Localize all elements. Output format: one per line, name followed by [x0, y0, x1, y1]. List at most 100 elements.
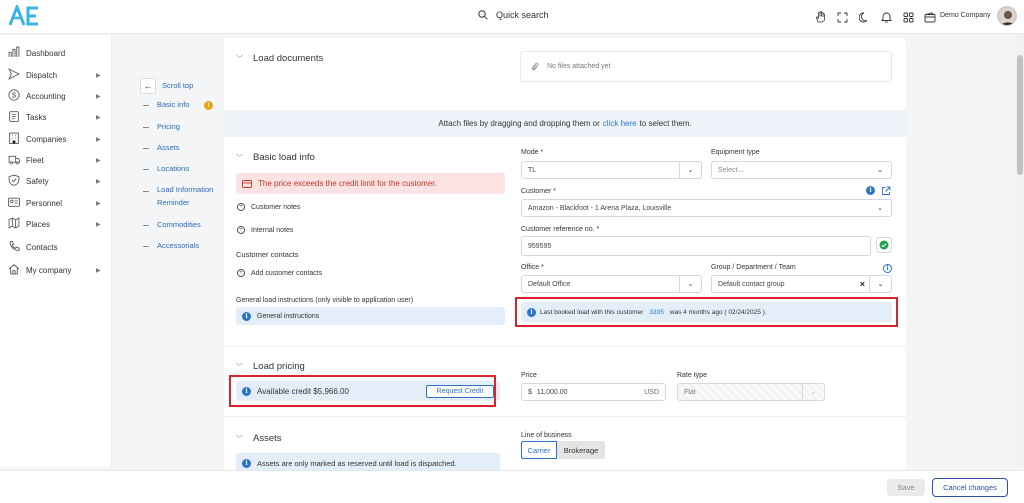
building-icon — [8, 132, 20, 146]
scrollbar[interactable] — [1016, 35, 1024, 467]
office-select[interactable]: Default Office ⌄ — [521, 275, 702, 293]
carrier-option[interactable]: Carrier — [521, 441, 557, 459]
load-form: ﹀ Load documents No files attached yet A… — [224, 38, 906, 478]
bell-icon[interactable] — [878, 9, 894, 25]
nav-locations[interactable]: Locations — [157, 163, 189, 175]
sidebar-item-label: My company — [26, 265, 72, 275]
assets-header[interactable]: ﹀ Assets — [236, 433, 282, 444]
sidebar-item-personnel[interactable]: Personnel ▶ — [8, 196, 108, 210]
mode-select[interactable]: TL ⌄ — [521, 161, 702, 179]
load-pricing-header[interactable]: ﹀ Load pricing — [236, 361, 305, 372]
nav-accessorials[interactable]: Accessorials — [157, 240, 199, 252]
sidebar-item-contacts[interactable]: Contacts — [8, 240, 108, 254]
wallet-icon[interactable] — [922, 9, 938, 25]
price-value: 11,000.00 — [536, 388, 568, 396]
sidebar-item-my-company[interactable]: My company ▶ — [8, 263, 108, 277]
svg-text:$: $ — [12, 91, 17, 100]
click-here-link[interactable]: click here — [603, 119, 637, 128]
external-link-icon[interactable] — [881, 186, 891, 196]
equipment-placeholder: Select... — [718, 166, 744, 174]
reference-check-button[interactable] — [876, 237, 892, 253]
basic-info-header[interactable]: ﹀ Basic load info — [236, 152, 315, 163]
avatar[interactable] — [997, 6, 1017, 26]
warning-icon: ! — [204, 101, 213, 110]
nav-assets[interactable]: Assets — [157, 142, 180, 154]
send-icon — [8, 68, 20, 82]
chevron-right-icon: ▶ — [96, 157, 101, 164]
plus-icon: + — [237, 203, 245, 211]
truck-icon — [8, 153, 20, 167]
attachments-box: No files attached yet — [520, 51, 892, 82]
group-label: Group / Department / Team — [711, 264, 796, 271]
quick-search[interactable]: Quick search — [478, 10, 549, 20]
available-credit-highlight — [229, 375, 496, 407]
fullscreen-icon[interactable] — [834, 9, 850, 25]
customer-notes-toggle[interactable]: + Customer notes — [237, 203, 300, 211]
chevron-right-icon: ▶ — [96, 72, 101, 79]
arrow-left-icon: ← — [143, 81, 153, 91]
add-customer-contacts[interactable]: + Add customer contacts — [237, 269, 322, 277]
internal-notes-toggle[interactable]: + Internal notes — [237, 226, 293, 234]
rate-type-select[interactable]: Flat ⌄ — [677, 383, 825, 401]
nav-load-information[interactable]: Load Information — [157, 184, 213, 196]
reference-input[interactable]: 959595 — [521, 236, 871, 256]
chevron-down-icon: ⌄ — [679, 162, 701, 178]
price-input[interactable]: $ 11,000.00 USD — [521, 383, 666, 401]
currency-code: USD — [644, 388, 659, 396]
office-value: Default Office — [528, 280, 571, 288]
sidebar-item-tasks[interactable]: Tasks ▶ — [8, 110, 108, 124]
mode-value: TL — [528, 166, 537, 174]
nav-basic-info[interactable]: Basic info — [157, 99, 190, 111]
sidebar-item-dispatch[interactable]: Dispatch ▶ — [8, 68, 108, 82]
chevron-down-icon: ⌄ — [869, 276, 891, 292]
home-icon — [8, 263, 20, 277]
attach-suffix: to select them. — [639, 119, 692, 128]
nav-reminder[interactable]: Reminder — [157, 197, 190, 209]
scrollbar-thumb[interactable] — [1017, 55, 1023, 175]
sidebar-item-fleet[interactable]: Fleet ▶ — [8, 153, 108, 167]
load-documents-header[interactable]: ﹀ Load documents — [236, 53, 323, 64]
shield-icon — [8, 174, 20, 188]
chevron-down-icon: ⌄ — [679, 276, 701, 292]
cancel-changes-button[interactable]: Cancel changes — [932, 478, 1008, 497]
load-pricing-title: Load pricing — [253, 361, 305, 372]
company-name[interactable]: Demo Company — [940, 12, 991, 19]
sidebar-item-accounting[interactable]: $ Accounting ▶ — [8, 89, 108, 103]
assets-notice-text: Assets are only marked as reserved until… — [257, 458, 457, 468]
equipment-select[interactable]: Select... ⌄ — [711, 161, 892, 179]
sidebar-item-dashboard[interactable]: Dashboard — [8, 46, 108, 60]
currency-symbol: $ — [528, 388, 532, 396]
general-instructions-box[interactable]: i General instructions — [236, 307, 505, 325]
drop-zone[interactable]: Attach files by dragging and dropping th… — [224, 110, 906, 137]
chevron-down-icon: ⌄ — [877, 205, 883, 212]
general-instructions-label: General load instructions (only visible … — [236, 297, 414, 304]
id-card-icon — [8, 196, 20, 210]
moon-icon[interactable] — [856, 9, 872, 25]
chevron-right-icon: ▶ — [96, 136, 101, 143]
grid-icon[interactable] — [900, 9, 916, 25]
clipboard-icon — [8, 110, 20, 124]
group-select[interactable]: Default contact group × ⌄ — [711, 275, 892, 293]
chevron-right-icon: ▶ — [96, 114, 101, 121]
group-value: Default contact group — [718, 280, 785, 288]
sidebar-item-label: Companies — [26, 134, 67, 144]
sidebar-item-places[interactable]: Places ▶ — [8, 217, 108, 231]
basic-info-title: Basic load info — [253, 152, 315, 163]
save-button[interactable]: Save — [887, 479, 925, 496]
nav-pricing[interactable]: Pricing — [157, 121, 180, 133]
assets-title: Assets — [253, 433, 282, 444]
scroll-top-link[interactable]: Scroll top — [162, 80, 193, 92]
customer-info-icon[interactable]: i — [866, 186, 875, 195]
clear-icon[interactable]: × — [860, 279, 865, 289]
app-logo[interactable] — [8, 2, 44, 29]
customer-select[interactable]: Amazon - Blackfoot - 1 Arena Plaza, Loui… — [521, 199, 892, 217]
group-info-icon[interactable]: i — [883, 264, 892, 273]
hand-icon[interactable] — [812, 9, 828, 25]
sidebar-item-safety[interactable]: Safety ▶ — [8, 174, 108, 188]
brokerage-option[interactable]: Brokerage — [557, 441, 605, 459]
nav-commodities[interactable]: Commodities — [157, 219, 201, 231]
plus-icon: + — [237, 226, 245, 234]
scroll-top-button[interactable]: ← — [140, 78, 156, 94]
sidebar-item-companies[interactable]: Companies ▶ — [8, 132, 108, 146]
map-icon — [8, 217, 20, 231]
